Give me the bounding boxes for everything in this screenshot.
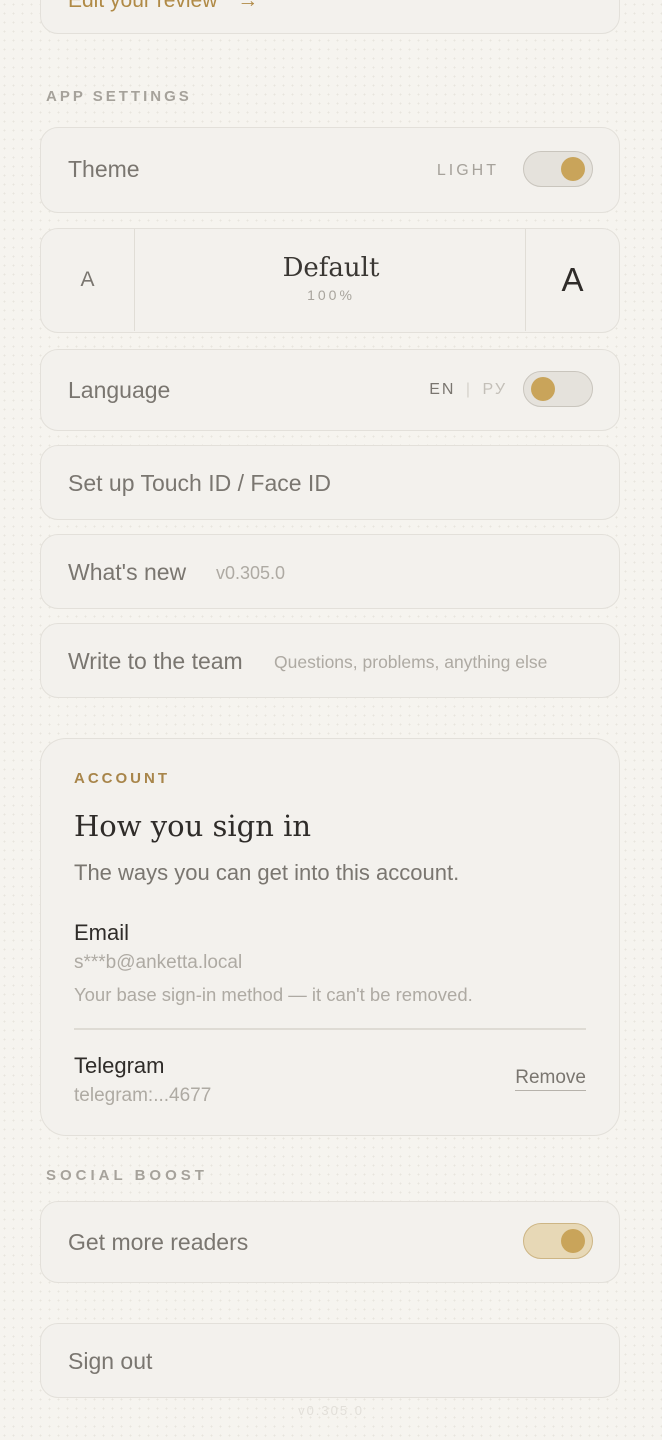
get-readers-label: Get more readers — [68, 1229, 249, 1255]
write-team-hint: Questions, problems, anything else — [274, 652, 548, 672]
social-boost-heading: SOCIAL BOOST — [46, 1167, 208, 1184]
touch-id-row[interactable]: Set up Touch ID / Face ID — [40, 445, 620, 520]
whats-new-row[interactable]: What's new v0.305.0 — [40, 534, 620, 609]
toggle-knob — [561, 1229, 585, 1253]
theme-toggle[interactable] — [523, 151, 593, 187]
theme-value: LIGHT — [436, 162, 499, 179]
language-toggle[interactable] — [523, 371, 593, 407]
write-team-row[interactable]: Write to the team Questions, problems, a… — [40, 623, 620, 698]
footer-version: v0.305.0 — [298, 1403, 364, 1418]
small-a-glyph: A — [80, 268, 95, 291]
text-size-title: Default — [282, 253, 380, 283]
get-readers-row[interactable]: Get more readers — [40, 1201, 620, 1283]
sign-out-label: Sign out — [68, 1348, 153, 1374]
account-subtitle: The ways you can get into this account. — [74, 860, 460, 885]
method-divider — [74, 1028, 586, 1030]
theme-label: Theme — [68, 156, 140, 182]
language-option-ru[interactable]: РУ — [483, 381, 507, 398]
email-label: Email — [74, 920, 130, 945]
get-readers-toggle[interactable] — [523, 1223, 593, 1259]
large-a-glyph: A — [561, 261, 584, 298]
language-row[interactable]: Language EN | РУ — [40, 349, 620, 431]
app-settings-heading: APP SETTINGS — [46, 88, 192, 105]
language-label: Language — [68, 377, 171, 403]
language-option-en[interactable]: EN — [429, 381, 455, 398]
toggle-knob — [531, 377, 555, 401]
decrease-text-size-button[interactable]: A — [41, 229, 135, 331]
remove-telegram-button[interactable]: Remove — [515, 1067, 586, 1091]
email-value: s***b@anketta.local — [74, 952, 243, 973]
increase-text-size-button[interactable]: A — [525, 229, 619, 331]
touch-id-label: Set up Touch ID / Face ID — [68, 470, 331, 496]
language-options: EN | РУ — [429, 381, 507, 399]
language-separator: | — [465, 381, 473, 398]
toggle-knob — [561, 157, 585, 181]
email-note: Your base sign-in method — it can't be r… — [74, 984, 473, 1005]
arrow-right-icon: → — [237, 0, 259, 12]
edit-review-card[interactable]: Edit your review → — [40, 0, 620, 34]
account-title: How you sign in — [74, 809, 312, 843]
theme-row[interactable]: Theme LIGHT — [40, 127, 620, 213]
edit-review-label: Edit your review — [68, 0, 218, 12]
text-size-row: A Default 100% A — [40, 228, 620, 333]
write-team-label: Write to the team — [68, 648, 243, 674]
text-size-display: Default 100% — [136, 229, 526, 331]
sign-out-button[interactable]: Sign out — [40, 1323, 620, 1398]
account-eyebrow: ACCOUNT — [74, 770, 170, 787]
whats-new-label: What's new — [68, 559, 187, 585]
account-card: ACCOUNT How you sign in The ways you can… — [40, 738, 620, 1136]
whats-new-version: v0.305.0 — [216, 563, 286, 583]
text-size-percent: 100% — [307, 287, 355, 303]
telegram-value: telegram:...4677 — [74, 1085, 212, 1106]
telegram-label: Telegram — [74, 1053, 165, 1078]
edit-review-link[interactable]: Edit your review → — [68, 0, 258, 13]
